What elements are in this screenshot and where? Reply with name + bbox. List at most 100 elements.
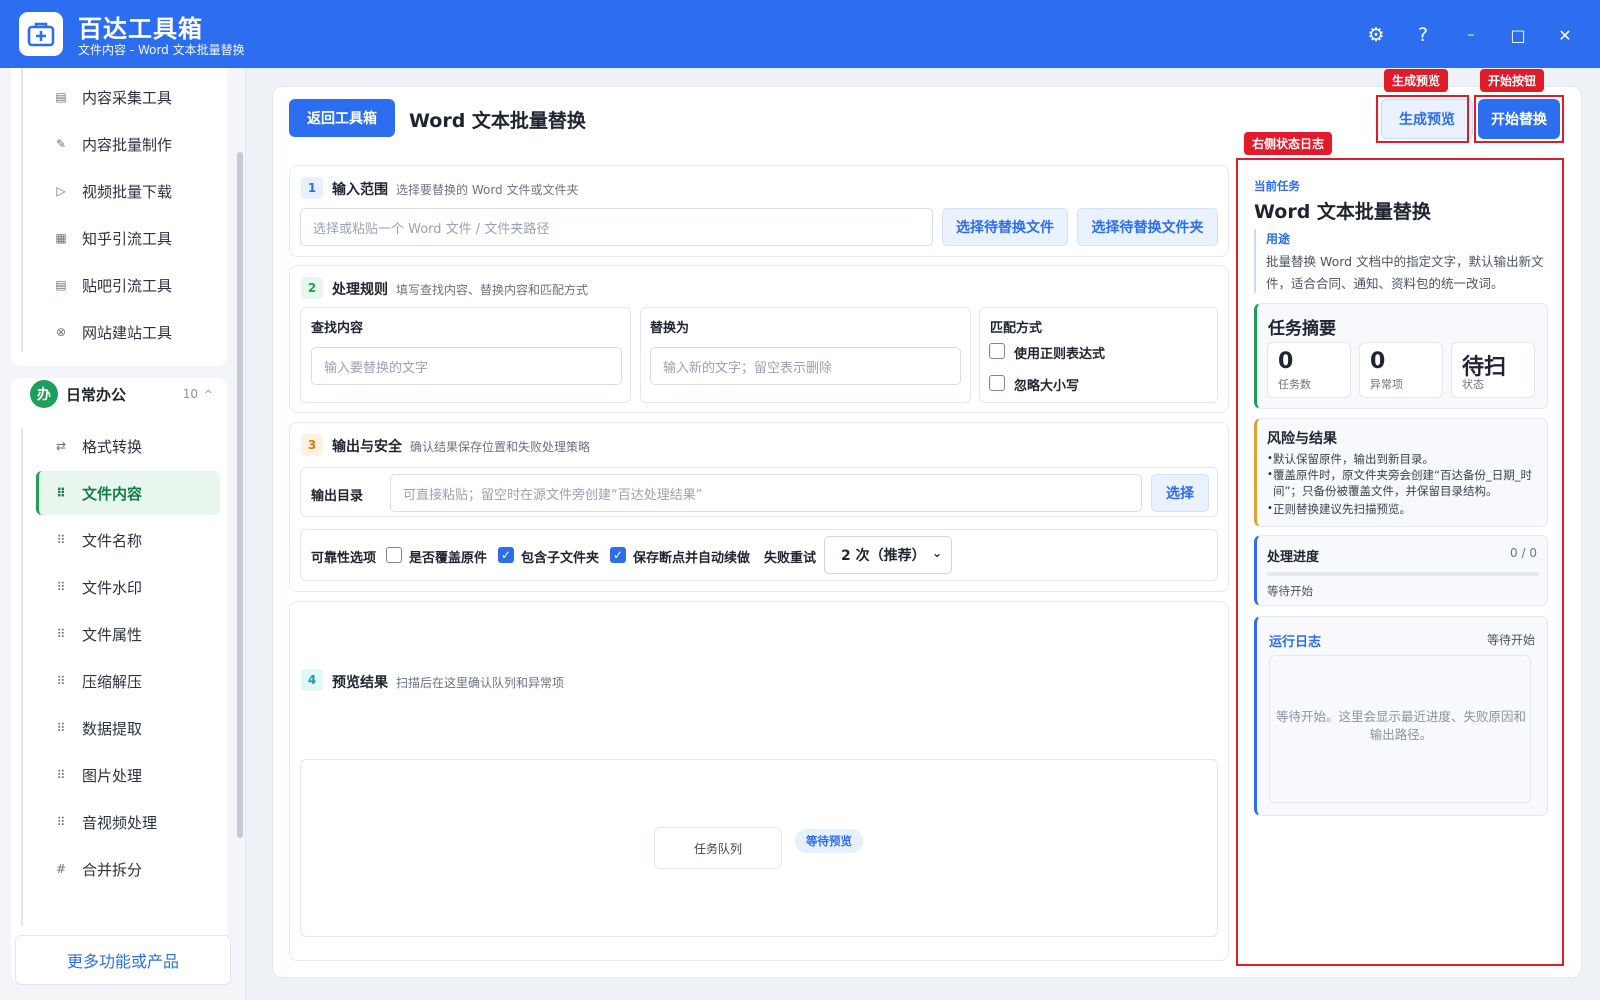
sidebar-item-zhihu[interactable]: ▦ 知乎引流工具 <box>36 216 220 260</box>
subfolder-label: 包含子文件夹 <box>521 551 600 566</box>
grid-icon: ⠿ <box>56 674 66 688</box>
grid-icon: ⠿ <box>56 768 66 782</box>
annotation-box-start <box>1474 95 1564 143</box>
app-subtitle: 文件内容 - Word 文本批量替换 <box>78 43 245 57</box>
risk-title: 风险与结果 <box>1267 431 1337 447</box>
chevron-down-icon: ⌄ <box>931 546 942 560</box>
sidebar-scrollbar[interactable] <box>237 152 243 838</box>
help-icon[interactable]: ? <box>1408 20 1438 50</box>
risk-result-card: 风险与结果 • 默认保留原件，输出到新目录。 • 覆盖原件时，原文件夹旁会创建“… <box>1254 418 1548 527</box>
progress-bar <box>1267 572 1539 576</box>
sidebar-item-label: 压缩解压 <box>82 672 143 691</box>
sidebar-item-compress[interactable]: ⠿ 压缩解压 <box>36 659 220 703</box>
choose-folder-button[interactable]: 选择待替换文件夹 <box>1077 208 1218 246</box>
sidebar-item-image[interactable]: ⠿ 图片处理 <box>36 753 220 797</box>
chevron-up-icon: ^ <box>203 387 213 401</box>
grid-icon: ⠿ <box>56 815 66 829</box>
sidebar-item-label: 格式转换 <box>82 437 143 456</box>
sidebar-item-label: 文件内容 <box>82 484 143 503</box>
sidebar: ▤ 内容采集工具 ✎ 内容批量制作 ▷ 视频批量下载 ▦ 知乎引流工具 ▤ 贴吧引流工具 … <box>0 68 246 1000</box>
section-desc: 扫描后在这里确认队列和异常项 <box>396 676 565 690</box>
usage-rule <box>1254 229 1256 293</box>
sidebar-item-label: 文件名称 <box>82 531 143 550</box>
risk-item: 正则替换建议先扫描预览。 <box>1273 502 1411 516</box>
retry-select[interactable]: 2 次（推荐） ⌄ <box>824 536 952 574</box>
regex-label: 使用正则表达式 <box>1014 347 1106 362</box>
resume-checkbox-checked-icon[interactable]: ✓ <box>610 547 626 563</box>
find-input[interactable]: 输入要替换的文字 <box>311 347 622 385</box>
sidebar-item-merge-split[interactable]: # 合并拆分 <box>36 847 220 891</box>
sidebar-item-file-properties[interactable]: ⠿ 文件属性 <box>36 612 220 656</box>
sidebar-item-label: 文件属性 <box>82 625 143 644</box>
run-log-area[interactable]: 等待开始。这里会显示最近进度、失败原因和输出路径。 <box>1269 655 1531 803</box>
maximize-icon[interactable]: □ <box>1503 20 1533 50</box>
overwrite-checkbox[interactable] <box>386 547 402 563</box>
sidebar-group-office[interactable]: 办 日常办公 10 ^ <box>30 374 220 414</box>
globe-icon: ⊗ <box>55 325 67 339</box>
annotation-tag-start: 开始按钮 <box>1480 69 1545 92</box>
section-title: 输出与安全 <box>332 439 402 455</box>
sidebar-tree-line <box>21 428 23 926</box>
task-queue-label: 任务队列 <box>654 827 782 869</box>
sidebar-item-video-download[interactable]: ▷ 视频批量下载 <box>36 169 220 213</box>
grid-icon: ⠿ <box>56 533 66 547</box>
choose-file-button[interactable]: 选择待替换文件 <box>942 208 1068 246</box>
swap-icon: ⇄ <box>55 439 67 453</box>
group-badge: 办 <box>30 380 58 408</box>
output-dir-input[interactable]: 可直接粘贴；留空时在源文件旁创建“百达处理结果” <box>390 474 1142 512</box>
progress-card: 处理进度 0 / 0 等待开始 <box>1254 535 1548 606</box>
match-mode-label: 匹配方式 <box>990 321 1043 336</box>
pen-icon: ✎ <box>55 137 67 151</box>
task-summary-title: 任务摘要 <box>1268 319 1336 339</box>
grid-icon: ▦ <box>55 231 67 245</box>
overwrite-label: 是否覆盖原件 <box>409 551 488 566</box>
step-number: 2 <box>301 277 323 299</box>
output-dir-label: 输出目录 <box>311 489 364 504</box>
sidebar-item-label: 音视频处理 <box>82 813 158 832</box>
risk-item: 默认保留原件，输出到新目录。 <box>1273 452 1434 466</box>
stat-value: 0 <box>1370 349 1386 374</box>
stat-value: 0 <box>1278 349 1294 374</box>
close-icon[interactable]: ✕ <box>1550 20 1580 50</box>
output-dir-choose-button[interactable]: 选择 <box>1151 474 1209 512</box>
minimize-icon[interactable]: – <box>1456 20 1486 50</box>
back-to-toolbox-button[interactable]: 返回工具箱 <box>289 99 395 137</box>
ignore-case-checkbox[interactable] <box>989 375 1005 391</box>
sidebar-item-label: 合并拆分 <box>82 860 143 879</box>
regex-checkbox[interactable] <box>989 343 1005 359</box>
replace-input[interactable]: 输入新的文字；留空表示删除 <box>650 347 961 385</box>
sidebar-item-data-extract[interactable]: ⠿ 数据提取 <box>36 706 220 750</box>
replace-label: 替换为 <box>650 321 690 336</box>
sidebar-item-content-collect[interactable]: ▤ 内容采集工具 <box>36 75 220 119</box>
settings-gear-icon[interactable]: ⚙ <box>1361 20 1391 50</box>
more-features-button[interactable]: 更多功能或产品 <box>15 935 231 985</box>
sidebar-item-label: 网站建站工具 <box>82 323 173 342</box>
sidebar-item-file-content[interactable]: ⠿ 文件内容 <box>36 471 220 515</box>
sidebar-item-website[interactable]: ⊗ 网站建站工具 <box>36 310 220 354</box>
document-icon: ▤ <box>55 90 67 104</box>
stat-label: 任务数 <box>1278 378 1311 391</box>
sidebar-item-tieba[interactable]: ▤ 贴吧引流工具 <box>36 263 220 307</box>
sidebar-item-file-watermark[interactable]: ⠿ 文件水印 <box>36 565 220 609</box>
stat-exception-count: 0 异常项 <box>1359 342 1443 398</box>
section-desc: 确认结果保存位置和失败处理策略 <box>410 440 591 454</box>
sidebar-item-format-convert[interactable]: ⇄ 格式转换 <box>36 424 220 468</box>
sidebar-item-audio-video[interactable]: ⠿ 音视频处理 <box>36 800 220 844</box>
progress-title: 处理进度 <box>1267 550 1320 565</box>
section-desc: 填写查找内容、替换内容和匹配方式 <box>396 283 589 297</box>
sidebar-item-label: 贴吧引流工具 <box>82 276 173 295</box>
resume-label: 保存断点并自动续做 <box>633 551 751 566</box>
stat-label: 异常项 <box>1370 378 1403 391</box>
sidebar-item-file-name[interactable]: ⠿ 文件名称 <box>36 518 220 562</box>
source-path-input[interactable]: 选择或粘贴一个 Word 文件 / 文件夹路径 <box>300 208 933 246</box>
grid-icon: ⠿ <box>56 627 66 641</box>
find-label: 查找内容 <box>311 321 364 336</box>
title-bar: 百达工具箱 文件内容 - Word 文本批量替换 ⚙ ? – □ ✕ <box>0 0 1600 68</box>
page-title: Word 文本批量替换 <box>409 110 586 132</box>
run-log-placeholder: 等待开始。这里会显示最近进度、失败原因和输出路径。 <box>1276 709 1527 742</box>
subfolder-checkbox-checked-icon[interactable]: ✓ <box>498 547 514 563</box>
section-title: 预览结果 <box>332 675 388 691</box>
video-icon: ▷ <box>56 184 66 198</box>
sidebar-item-content-batch[interactable]: ✎ 内容批量制作 <box>36 122 220 166</box>
ignore-case-label: 忽略大小写 <box>1014 379 1080 394</box>
